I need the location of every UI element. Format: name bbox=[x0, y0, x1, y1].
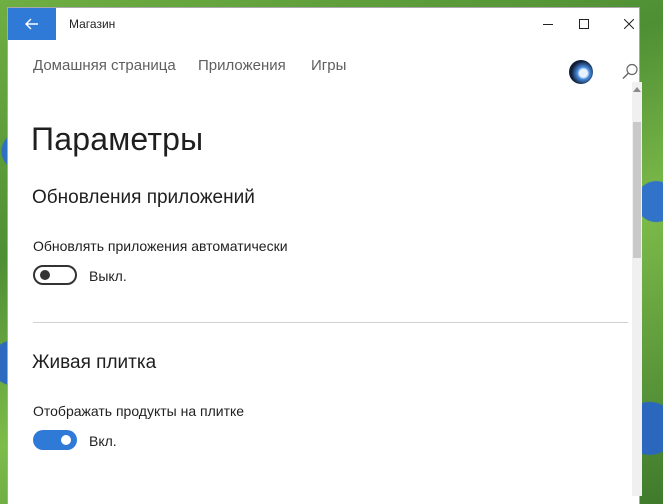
nav-apps[interactable]: Приложения bbox=[198, 57, 286, 74]
store-window: Магазин Домашняя страница Приложения Игр… bbox=[8, 8, 639, 504]
section-title-live-tile: Живая плитка bbox=[32, 352, 157, 373]
nav-games[interactable]: Игры bbox=[311, 57, 346, 74]
live-tile-toggle-state: Вкл. bbox=[89, 433, 117, 449]
toggle-knob bbox=[61, 435, 71, 445]
maximize-icon bbox=[579, 19, 589, 29]
top-navigation: Домашняя страница Приложения Игры bbox=[8, 40, 639, 90]
close-button[interactable] bbox=[606, 8, 639, 40]
toggle-knob bbox=[40, 270, 50, 280]
back-button[interactable] bbox=[8, 8, 56, 40]
user-avatar[interactable] bbox=[569, 60, 593, 84]
close-icon bbox=[624, 19, 634, 29]
arrow-left-icon bbox=[25, 18, 38, 30]
search-icon bbox=[622, 63, 638, 79]
auto-update-toggle[interactable] bbox=[33, 265, 77, 285]
page-title: Параметры bbox=[31, 121, 204, 157]
setting-label-auto-update: Обновлять приложения автоматически bbox=[33, 238, 288, 254]
setting-label-show-products: Отображать продукты на плитке bbox=[33, 403, 245, 419]
nav-home[interactable]: Домашняя страница bbox=[33, 57, 176, 74]
section-divider bbox=[33, 322, 628, 323]
scroll-up-arrow[interactable] bbox=[632, 84, 642, 94]
chevron-up-icon bbox=[633, 87, 641, 92]
maximize-button[interactable] bbox=[561, 8, 607, 40]
app-title: Магазин bbox=[69, 17, 116, 31]
title-bar: Магазин bbox=[8, 8, 639, 40]
scroll-thumb[interactable] bbox=[633, 122, 641, 258]
minimize-icon bbox=[543, 24, 553, 25]
search-button[interactable] bbox=[620, 62, 639, 82]
auto-update-toggle-state: Выкл. bbox=[89, 268, 127, 284]
vertical-scrollbar[interactable] bbox=[632, 82, 642, 496]
section-title-app-updates: Обновления приложений bbox=[32, 187, 255, 208]
live-tile-toggle[interactable] bbox=[33, 430, 77, 450]
